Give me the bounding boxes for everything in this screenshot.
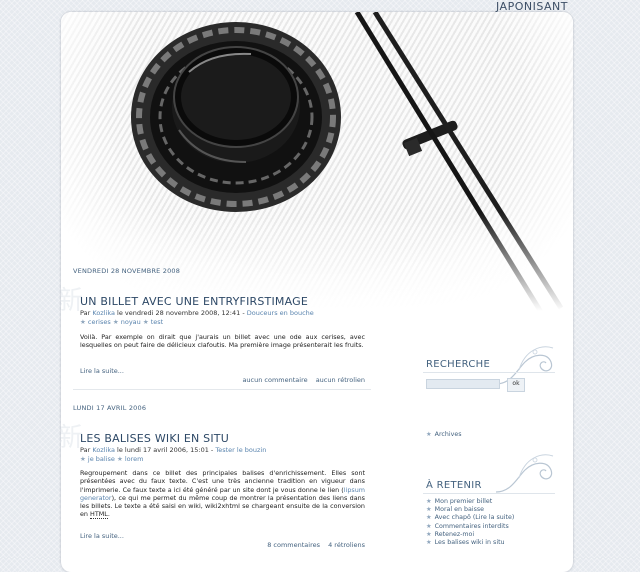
star-icon: ★ [426,514,432,522]
archives-link[interactable]: ★ Archives [426,431,462,439]
heading-underline [423,372,555,373]
post-title[interactable]: UN BILLET AVEC UNE ENTRYFIRSTIMAGE [80,295,308,308]
swirl-ornament-icon [495,346,554,385]
post-tags: ★ cerises ★ noyau ★ test [80,318,163,326]
remember-heading: À RETENIR [426,480,482,491]
post-footer: aucun commentaire aucun rétrolien [211,376,365,384]
remember-item-label: Avec chapô (Lire la suite) [434,514,515,522]
category-link[interactable]: Douceurs en bouche [247,309,314,317]
html-abbr: HTML [90,510,108,520]
trackbacks-link[interactable]: 4 rétroliens [328,541,365,549]
remember-item[interactable]: ★ Commentaires interdits [426,523,514,531]
archives-list: ★ Archives [426,431,462,439]
meta-date: le vendredi 28 novembre 2008, 12:41 - [117,309,245,317]
post-separator [73,389,371,390]
read-more-link[interactable]: Lire la suite... [80,367,124,375]
post-meta: Par Kozlika le lundi 17 avril 2006, 15:0… [80,446,266,454]
remember-item-label: Mon premier billet [434,498,493,505]
post-body: Voilà. Par exemple on dirait que j'aurai… [80,333,365,350]
star-icon: ★ [80,455,86,463]
body-text-part: . [107,510,110,519]
remember-item[interactable]: ★ Les balises wiki in situ [426,539,514,547]
post-date: VENDREDI 28 NOVEMBRE 2008 [73,267,181,275]
tag-link[interactable]: cerises [88,318,111,326]
post-meta: Par Kozlika le vendredi 28 novembre 2008… [80,309,314,317]
tag-link[interactable]: lorem [125,455,144,463]
trackbacks-link[interactable]: aucun rétrolien [316,376,365,384]
post-date: LUNDI 17 AVRIL 2006 [73,404,147,412]
comments-link[interactable]: aucun commentaire [242,376,307,384]
archives-label: Archives [434,431,462,438]
comments-link[interactable]: 8 commentaires [267,541,320,549]
author-link[interactable]: Kozlika [92,309,115,317]
remember-list: ★ Mon premier billet ★ Moral en baisse ★ Av… [426,498,514,547]
post-body: Regroupement dans ce billet des principa… [80,469,365,520]
star-icon: ★ [112,318,119,326]
category-link[interactable]: Tester le bouzin [215,446,266,454]
remember-item[interactable]: ★ Avec chapô (Lire la suite) [426,514,514,522]
post-footer: 8 commentaires 4 rétroliens [211,541,365,549]
search-ok-button[interactable]: ok [507,378,525,392]
post-title[interactable]: LES BALISES WIKI EN SITU [80,432,229,445]
remember-item-label: Moral en baisse [434,506,485,514]
post-tags: ★ je balise ★ lorem [80,455,144,463]
heading-underline [423,493,555,494]
swirl-ornament-icon [495,454,554,493]
star-icon: ★ [142,318,149,326]
tag-link[interactable]: test [151,318,163,326]
author-link[interactable]: Kozlika [92,446,115,454]
star-icon: ★ [426,538,432,546]
remember-item-label: Commentaires interdits [434,522,509,530]
star-icon: ★ [426,522,432,530]
tag-link[interactable]: je balise [88,455,115,463]
body-text-part: Regroupement dans ce billet des principa… [80,469,365,494]
star-icon: ★ [426,498,432,505]
star-icon: ★ [426,530,432,538]
search-input[interactable] [426,379,500,389]
read-more-link[interactable]: Lire la suite... [80,532,124,540]
star-icon: ★ [116,455,123,463]
star-icon: ★ [80,318,86,326]
meta-by-label: Par [80,309,91,317]
remember-item-label: Retenez-moi [434,530,475,538]
star-icon: ★ [426,431,432,438]
search-heading: RECHERCHE [426,359,491,370]
meta-by-label: Par [80,446,91,454]
star-icon: ★ [426,506,432,514]
meta-date: le lundi 17 avril 2006, 15:01 - [117,446,214,454]
body-text-part: ), ce qui me permet du même coup de mont… [80,493,365,519]
tag-link[interactable]: noyau [121,318,141,326]
page-container: VENDREDI 28 NOVEMBRE 2008 新 UN BILLET AV… [61,12,573,572]
remember-item[interactable]: ★ Retenez-moi [426,531,514,539]
remember-item-label: Les balises wiki in situ [434,538,505,546]
remember-item[interactable]: ★ Mon premier billet [426,498,514,506]
